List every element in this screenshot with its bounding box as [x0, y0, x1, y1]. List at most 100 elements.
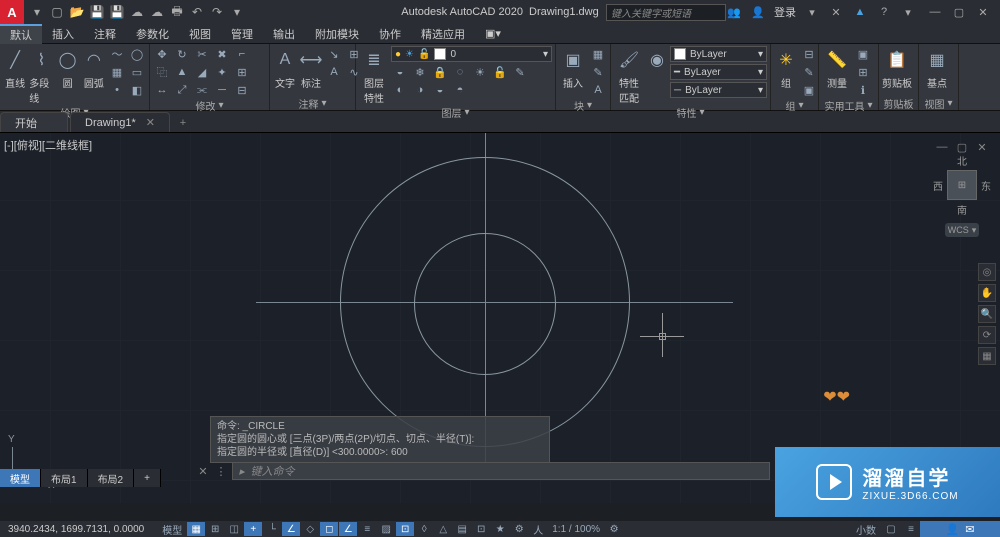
hatch-icon[interactable]: ▦: [108, 64, 126, 80]
create-block-icon[interactable]: ▦: [589, 46, 607, 62]
rectangle-icon[interactable]: ▭: [128, 64, 146, 80]
linetype-selector[interactable]: ─ByLayer▾: [670, 82, 767, 98]
tab-addins[interactable]: 附加模块: [305, 24, 369, 44]
vp-minimize-icon[interactable]: —: [934, 141, 950, 153]
cloud-save-icon[interactable]: ☁: [148, 3, 166, 21]
layer-properties-button[interactable]: ≣图层 特性: [359, 46, 389, 105]
layer-merge-icon[interactable]: ◒: [431, 82, 449, 98]
layout-1[interactable]: 布局1: [41, 469, 88, 487]
id-icon[interactable]: ℹ: [854, 82, 872, 98]
scale-icon[interactable]: ⤢: [173, 82, 191, 98]
circle-button[interactable]: ◯圆: [56, 46, 80, 90]
array-icon[interactable]: ⊞: [233, 64, 251, 80]
anno-scale-icon[interactable]: 人: [529, 522, 547, 536]
transparency-icon[interactable]: ▨: [377, 522, 395, 536]
wcs-label[interactable]: WCS▾: [945, 223, 979, 237]
maximize-button[interactable]: ▢: [948, 4, 970, 20]
viewcube-face[interactable]: ⊞: [947, 170, 977, 200]
trim-icon[interactable]: ✂: [193, 46, 211, 62]
tab-view[interactable]: 视图: [179, 24, 221, 44]
lwt-icon[interactable]: ≡: [358, 522, 376, 536]
layer-prev-icon[interactable]: ◐: [391, 82, 409, 98]
qat-menu-icon[interactable]: ▾: [28, 3, 46, 21]
tab-manage[interactable]: 管理: [221, 24, 263, 44]
ortho-icon[interactable]: └: [263, 522, 281, 536]
layer-walk-icon[interactable]: ◑: [411, 82, 429, 98]
arc-button[interactable]: ◠圆弧: [82, 46, 106, 90]
clean-screen-icon[interactable]: ▢: [882, 522, 900, 536]
explode-icon[interactable]: ✦: [213, 64, 231, 80]
gear-icon[interactable]: ⚙: [605, 522, 623, 536]
snap-toggle-icon[interactable]: ⊞: [206, 522, 224, 536]
vp-maximize-icon[interactable]: ▢: [954, 141, 970, 153]
selection-cycling-icon[interactable]: ⊡: [396, 522, 414, 536]
tab-start[interactable]: 开始: [0, 112, 68, 132]
layer-delete-icon[interactable]: ◓: [451, 82, 469, 98]
layer-freeze-icon[interactable]: ❄: [411, 64, 429, 80]
layer-unlock-icon[interactable]: 🔓: [491, 64, 509, 80]
panel-expand-icon[interactable]: ▾: [321, 98, 326, 109]
offset-icon[interactable]: ⫘: [193, 82, 211, 98]
panel-expand-icon[interactable]: ▾: [867, 100, 872, 111]
3dosnap-icon[interactable]: ◊: [415, 522, 433, 536]
tab-overflow-icon[interactable]: ▣▾: [475, 24, 511, 44]
erase-icon[interactable]: ✖: [213, 46, 231, 62]
model-button[interactable]: 模型: [158, 522, 186, 536]
help-dropdown-icon[interactable]: ▾: [900, 4, 916, 20]
plot-icon[interactable]: 🖶: [168, 3, 186, 21]
matchprop-button[interactable]: 🖌特性 匹配: [614, 46, 644, 105]
layer-lock-icon[interactable]: 🔒: [431, 64, 449, 80]
polar-icon[interactable]: ∠: [282, 522, 300, 536]
layer-thaw-icon[interactable]: ☀: [471, 64, 489, 80]
exchange-icon[interactable]: ✕: [828, 4, 844, 20]
units-label[interactable]: 小数: [852, 522, 880, 536]
lengthen-icon[interactable]: ─: [213, 82, 231, 98]
iso-icon[interactable]: ◇: [301, 522, 319, 536]
tab-add-button[interactable]: +: [172, 114, 194, 132]
chamfer-icon[interactable]: ◢: [193, 64, 211, 80]
sf-icon[interactable]: ▤: [453, 522, 471, 536]
tab-insert[interactable]: 插入: [42, 24, 84, 44]
line-button[interactable]: ╱直线: [3, 46, 27, 90]
nav-wheel-icon[interactable]: ◎: [978, 263, 996, 281]
saveas-icon[interactable]: 💾: [108, 3, 126, 21]
layout-add[interactable]: +: [134, 469, 161, 487]
attr-icon[interactable]: A: [589, 82, 607, 98]
osnap-icon[interactable]: ◻: [320, 522, 338, 536]
spline-icon[interactable]: ～: [108, 46, 126, 62]
cloud-open-icon[interactable]: ☁: [128, 3, 146, 21]
vp-close-icon[interactable]: ✕: [974, 141, 990, 153]
measure-button[interactable]: 📏测量: [822, 46, 852, 90]
minimize-button[interactable]: —: [924, 4, 946, 20]
ungroup-icon[interactable]: ⊟: [800, 46, 818, 62]
tab-drawing1[interactable]: Drawing1*✕: [70, 112, 170, 132]
nav-orbit-icon[interactable]: ⟳: [978, 326, 996, 344]
layer-match-icon[interactable]: ✎: [511, 64, 529, 80]
apps-dropdown-icon[interactable]: ▾: [804, 4, 820, 20]
fillet-icon[interactable]: ⌐: [233, 46, 251, 62]
move-icon[interactable]: ✥: [153, 46, 171, 62]
grid-toggle-icon[interactable]: ▦: [187, 522, 205, 536]
search-input[interactable]: 键入关键字或短语: [606, 4, 726, 21]
dynamic-input-icon[interactable]: +: [244, 522, 262, 536]
panel-expand-icon[interactable]: ▾: [699, 107, 704, 118]
a360-icon[interactable]: ▲: [852, 4, 868, 20]
rotate-icon[interactable]: ↻: [173, 46, 191, 62]
redo-icon[interactable]: ↷: [208, 3, 226, 21]
viewport-label[interactable]: [-][俯视][二维线框]: [4, 137, 92, 153]
layout-2[interactable]: 布局2: [88, 469, 135, 487]
ducs-icon[interactable]: △: [434, 522, 452, 536]
tab-default[interactable]: 默认: [0, 24, 42, 44]
signin-icon[interactable]: 👤: [750, 4, 766, 20]
panel-expand-icon[interactable]: ▾: [218, 100, 223, 111]
tab-close-icon[interactable]: ✕: [146, 116, 155, 129]
tab-parametric[interactable]: 参数化: [126, 24, 179, 44]
group-edit-icon[interactable]: ✎: [800, 64, 818, 80]
anno-auto-icon[interactable]: ⚙: [510, 522, 528, 536]
panel-expand-icon[interactable]: ▾: [798, 100, 803, 111]
zoom-display[interactable]: 1:1 / 100%: [548, 522, 604, 536]
region-icon[interactable]: ◧: [128, 82, 146, 98]
edit-block-icon[interactable]: ✎: [589, 64, 607, 80]
dimension-button[interactable]: ⟷标注: [299, 46, 323, 90]
group-button[interactable]: ✳组: [774, 46, 798, 90]
